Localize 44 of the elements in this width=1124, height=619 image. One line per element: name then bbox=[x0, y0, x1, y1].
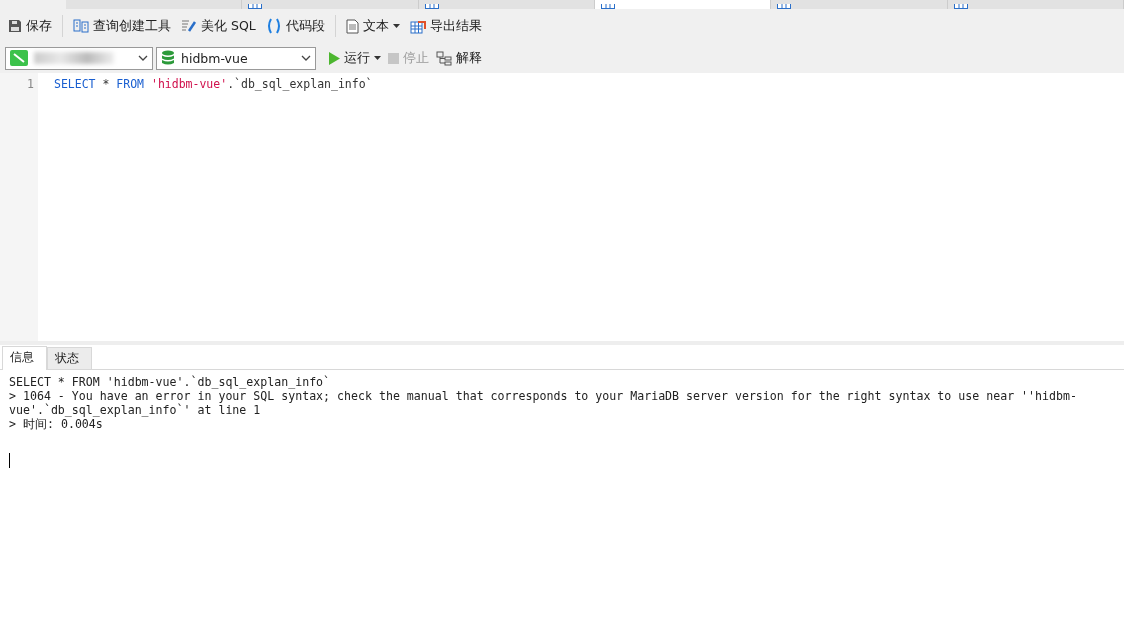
result-tab[interactable]: 信息 bbox=[2, 346, 47, 370]
result-tab[interactable]: 状态 bbox=[47, 347, 92, 369]
toolbar-button[interactable]: 查询创建工具 bbox=[71, 15, 173, 37]
toolbar-button[interactable]: 解释 bbox=[434, 47, 484, 69]
database-select[interactable]: hidbm-vue bbox=[156, 46, 316, 70]
document-tab[interactable] bbox=[66, 0, 243, 9]
table-icon bbox=[953, 4, 968, 9]
output-line: vue'.`db_sql_explan_info`' at line 1 bbox=[9, 403, 262, 417]
table-icon bbox=[777, 4, 792, 9]
play-icon bbox=[328, 51, 340, 65]
stop-icon bbox=[388, 52, 399, 64]
output-line: > 1064 - You have an error in your SQL syntax; check the manual that corresponds to your MariaDB server version for the right syntax to use near ''hidbm- bbox=[9, 389, 1078, 403]
parentheses-icon bbox=[265, 18, 282, 34]
toolbar-button[interactable]: 美化 SQL bbox=[179, 15, 258, 37]
code-line: SELECT * FROM 'hidbm-vue'.`db_sql_explan_info` bbox=[54, 76, 374, 92]
document-tab[interactable] bbox=[595, 0, 772, 9]
caret-icon bbox=[374, 56, 381, 60]
document-tab[interactable] bbox=[771, 0, 948, 9]
document-tab[interactable] bbox=[418, 0, 595, 9]
chevron-down-icon bbox=[301, 55, 311, 61]
dropdown-button[interactable]: 文本 bbox=[343, 15, 402, 37]
toolbar-button[interactable]: 保存 bbox=[6, 15, 54, 37]
database-icon bbox=[161, 50, 175, 66]
toolbar-button[interactable]: 代码段 bbox=[263, 15, 327, 37]
connection-icon bbox=[10, 50, 28, 66]
line-number: 1 bbox=[27, 76, 34, 92]
run-button[interactable]: 运行 bbox=[326, 47, 383, 69]
beautify-pen-icon bbox=[181, 19, 197, 33]
output-line: > 时间: 0.004s bbox=[9, 417, 104, 431]
export-table-icon bbox=[409, 18, 426, 34]
table-icon bbox=[424, 4, 439, 9]
connection-select[interactable] bbox=[5, 46, 153, 70]
query-builder-icon bbox=[73, 19, 89, 33]
table-icon bbox=[601, 4, 615, 9]
document-icon bbox=[345, 18, 359, 34]
output-line: SELECT * FROM 'hidbm-vue'.`db_sql_explan_info` bbox=[9, 375, 332, 389]
explain-diagram-icon bbox=[436, 50, 452, 66]
table-icon bbox=[248, 4, 263, 9]
text-cursor bbox=[9, 453, 10, 468]
chevron-down-icon bbox=[138, 55, 148, 61]
document-tab[interactable] bbox=[947, 0, 1124, 9]
caret-icon bbox=[392, 24, 400, 28]
toolbar-button[interactable]: 导出结果 bbox=[407, 15, 484, 37]
document-tab[interactable] bbox=[242, 0, 419, 9]
